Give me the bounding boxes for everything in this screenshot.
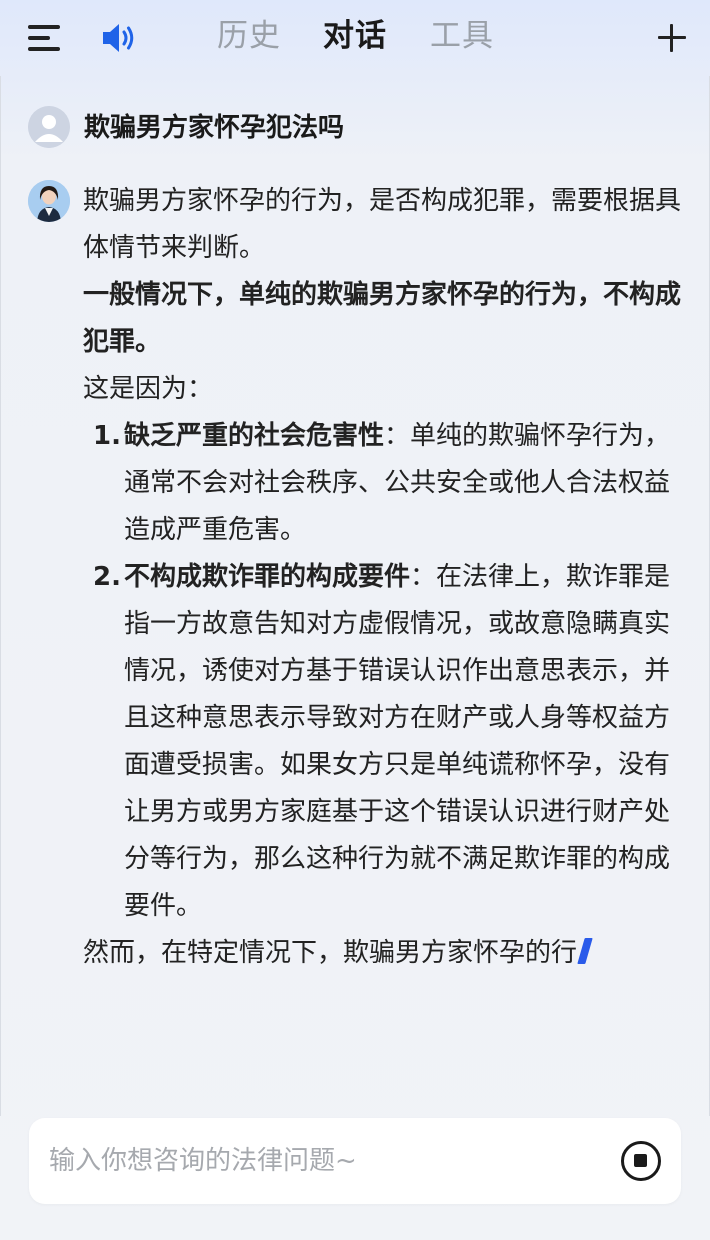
assistant-answer: 欺骗男方家怀孕的行为，是否构成犯罪，需要根据具体情节来判断。 一般情况下，单纯的… (83, 178, 683, 977)
list-number: 2. (93, 562, 121, 592)
user-avatar-icon (28, 106, 70, 148)
user-question-text: 欺骗男方家怀孕犯法吗 (84, 113, 345, 143)
typing-cursor (577, 938, 593, 964)
assistant-avatar-icon (28, 180, 70, 222)
tab-tools[interactable]: 工具 (430, 14, 494, 58)
chat-area: 欺骗男方家怀孕犯法吗 欺骗男方家怀孕的行为，是否构成犯罪，需要根据具体情节来判断… (0, 76, 710, 1116)
answer-partial-text: 然而，在特定情况下，欺骗男方家怀孕的行 (83, 938, 578, 968)
tab-bar: 历史 对话 工具 (0, 0, 710, 76)
user-avatar (28, 106, 70, 148)
answer-conclusion: 一般情况下，单纯的欺骗男方家怀孕的行为，不构成犯罪。 (83, 280, 682, 357)
stop-button[interactable] (621, 1141, 661, 1181)
question-input-box (29, 1118, 681, 1204)
list-item: 1. 缺乏严重的社会危害性：单纯的欺骗怀孕行为，通常不会对社会秩序、公共安全或他人… (83, 413, 683, 554)
top-bar: 历史 对话 工具 (0, 0, 710, 76)
tab-chat[interactable]: 对话 (323, 14, 387, 58)
plus-icon[interactable] (656, 22, 688, 54)
user-message: 欺骗男方家怀孕犯法吗 (28, 106, 688, 150)
stop-icon (634, 1154, 647, 1167)
reason-title: 不构成欺诈罪的构成要件 (124, 562, 411, 592)
list-number: 1. (93, 421, 121, 451)
tab-history[interactable]: 历史 (217, 14, 281, 58)
answer-intro: 欺骗男方家怀孕的行为，是否构成犯罪，需要根据具体情节来判断。 (83, 186, 682, 263)
answer-reason-lead: 这是因为： (83, 374, 214, 404)
app-screen: 历史 对话 工具 欺骗男方家怀孕犯法吗 欺骗男方家怀孕的行为，是否构成犯罪，需要… (0, 0, 710, 1240)
list-item: 2. 不构成欺诈罪的构成要件：在法律上，欺诈罪是指一方故意告知对方虚假情况，或故意… (83, 554, 683, 930)
reason-title: 缺乏严重的社会危害性 (124, 421, 385, 451)
assistant-avatar (28, 180, 70, 222)
answer-streaming-line: 然而，在特定情况下，欺骗男方家怀孕的行 (83, 930, 683, 977)
reason-text: ：在法律上，欺诈罪是指一方故意告知对方虚假情况，或故意隐瞒真实情况，诱使对方基于… (124, 562, 671, 921)
reason-list: 1. 缺乏严重的社会危害性：单纯的欺骗怀孕行为，通常不会对社会秩序、公共安全或他人… (83, 413, 683, 930)
question-input[interactable] (49, 1138, 589, 1184)
